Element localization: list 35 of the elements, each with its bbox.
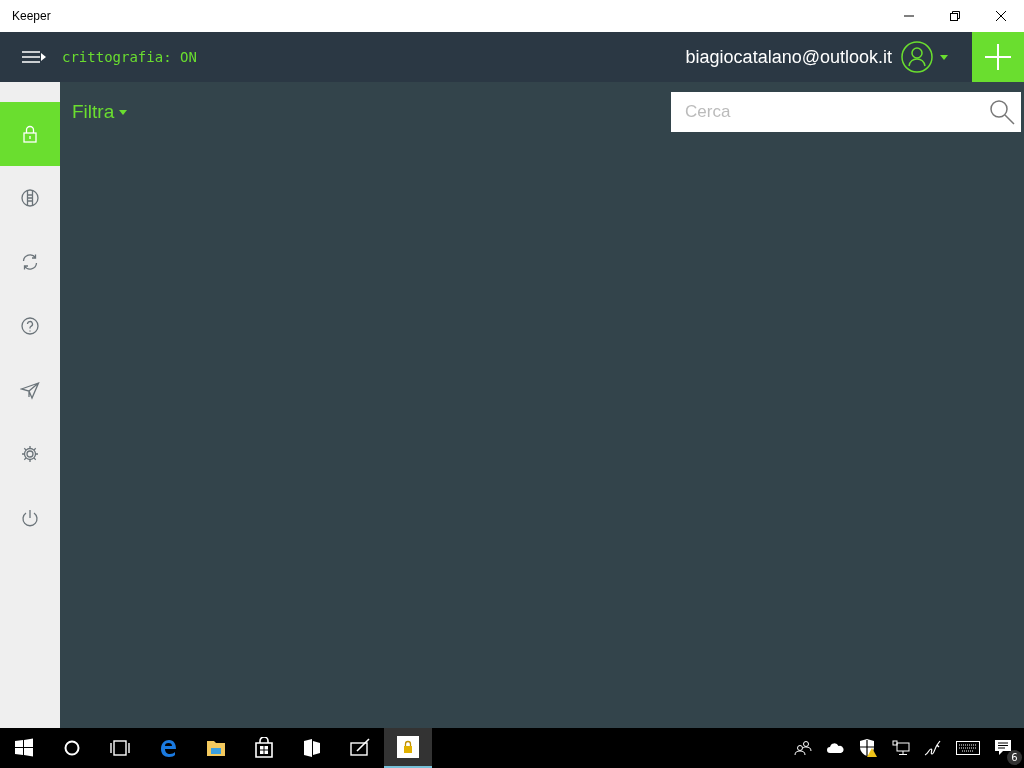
restore-icon[interactable] xyxy=(949,10,961,22)
cloud-icon[interactable] xyxy=(826,742,844,754)
notification-icon[interactable] xyxy=(994,739,1014,757)
store-bag-icon xyxy=(253,737,275,759)
window-title: Keeper xyxy=(12,9,51,23)
shield-warning-icon[interactable] xyxy=(858,739,878,757)
padlock-icon xyxy=(397,736,419,758)
lock-icon xyxy=(20,124,40,144)
encryption-status: crittografia: ON xyxy=(62,49,198,65)
plus-icon xyxy=(985,44,1011,70)
power-icon xyxy=(20,508,40,528)
network-icon[interactable] xyxy=(892,740,910,756)
sync-icon xyxy=(20,252,40,272)
settings-icon xyxy=(20,444,40,464)
pen-icon[interactable] xyxy=(924,740,942,756)
paper-plane-icon xyxy=(20,380,40,400)
menu-icon[interactable] xyxy=(21,50,47,64)
tiles-icon xyxy=(301,737,323,759)
help-icon xyxy=(20,316,40,336)
close-icon[interactable] xyxy=(995,10,1007,22)
account-email[interactable]: biagiocatalano@outlook.it xyxy=(685,46,892,68)
search-icon[interactable] xyxy=(989,99,1015,125)
shield-icon xyxy=(20,188,40,208)
user-icon[interactable] xyxy=(901,41,933,73)
notification-count: 6 xyxy=(1007,750,1022,765)
people-icon[interactable] xyxy=(794,740,812,756)
caret-icon[interactable] xyxy=(940,54,948,60)
windows-start-icon xyxy=(13,737,35,759)
caret-icon xyxy=(119,109,128,115)
pen-note-icon xyxy=(349,737,371,759)
task-view-icon xyxy=(109,737,131,759)
search-field[interactable]: Cerca xyxy=(671,92,1021,132)
keyboard-icon[interactable] xyxy=(956,741,980,755)
taskbar-app[interactable] xyxy=(384,728,432,768)
filter-dropdown[interactable]: Filtra xyxy=(72,101,128,123)
